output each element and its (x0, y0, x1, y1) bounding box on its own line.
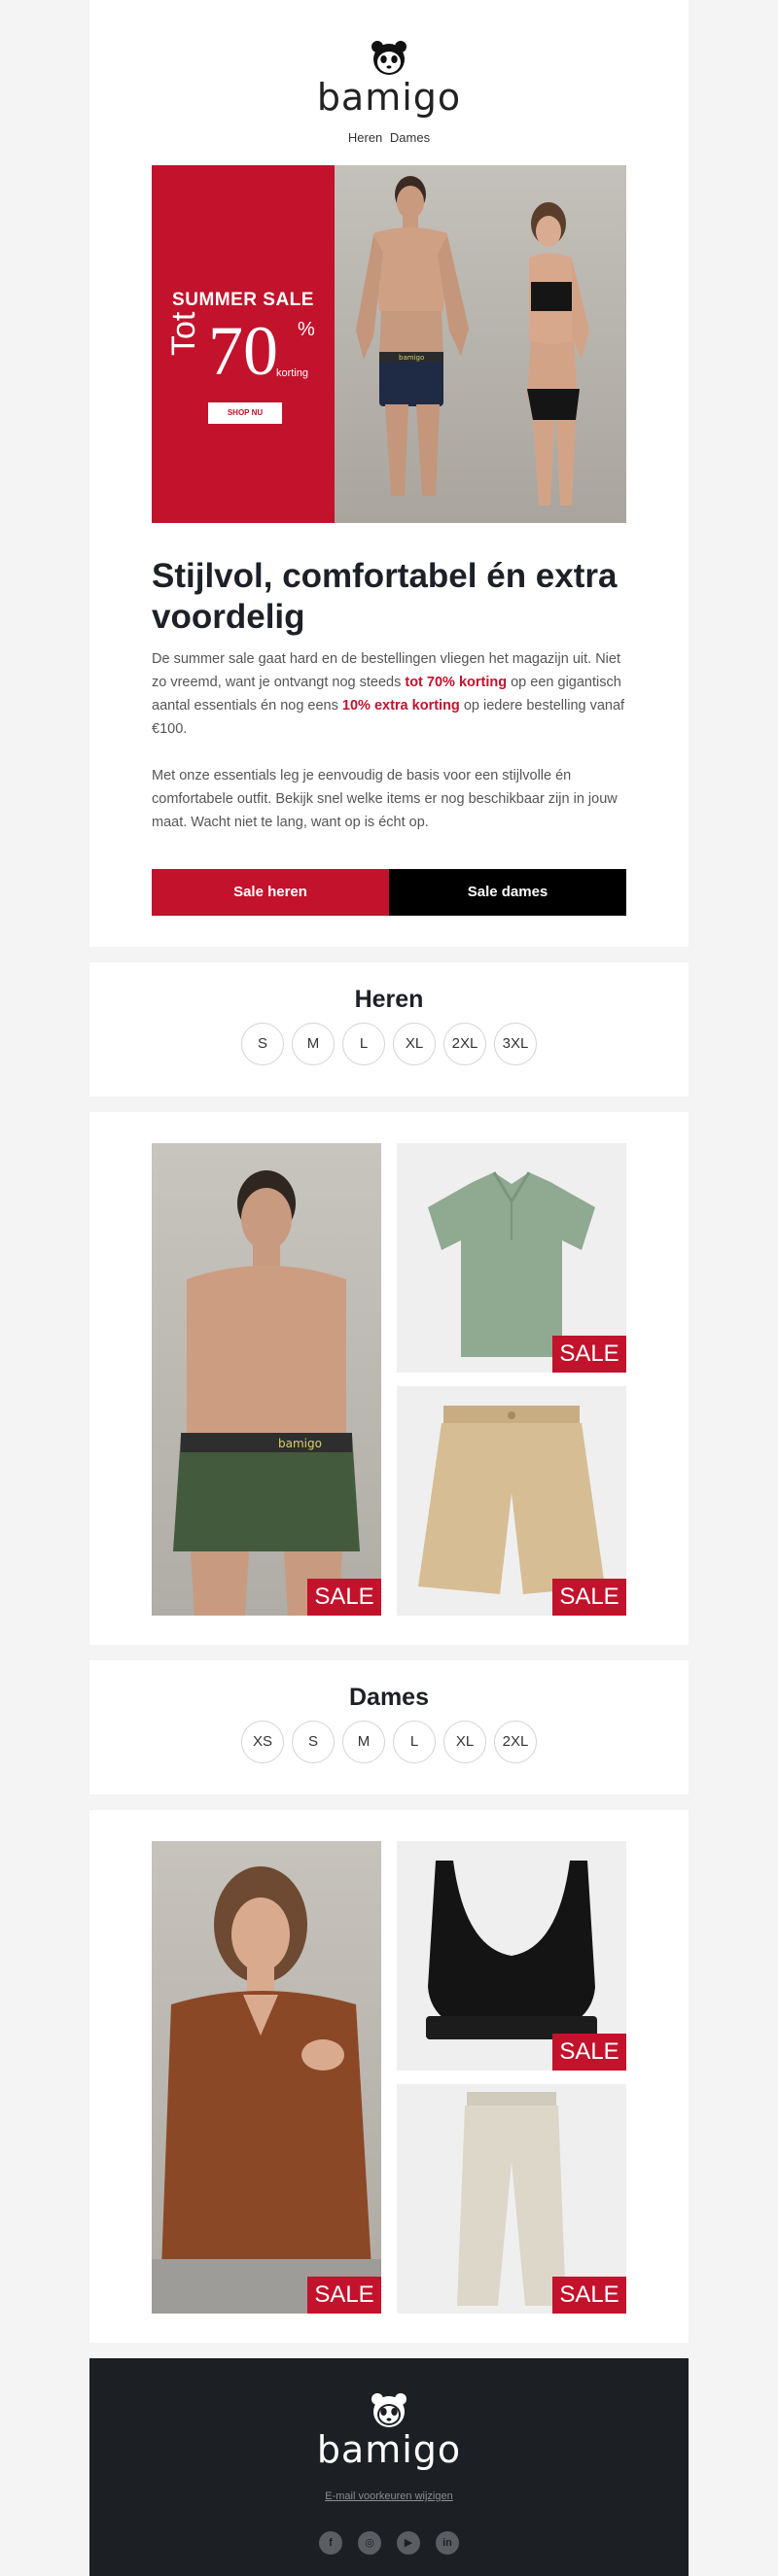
product-tile-shorts[interactable]: SALE (397, 1386, 626, 1616)
highlight-70-korting: tot 70% korting (405, 675, 508, 690)
woman-tshirt-photo (152, 1841, 381, 2314)
sale-dames-button[interactable]: Sale dames (389, 869, 626, 916)
product-tile-bralette[interactable]: SALE (397, 1841, 626, 2071)
footer: bamigo E-mail voorkeuren wijzigen f ◎ ▶ … (89, 2358, 689, 2576)
shop-nu-button[interactable]: SHOP NU (208, 402, 282, 424)
size-option[interactable]: L (393, 1721, 436, 1763)
social-links: f ◎ ▶ in (89, 2531, 689, 2555)
size-option[interactable]: XS (241, 1721, 284, 1763)
heren-size-list: S M L XL 2XL 3XL (89, 1023, 689, 1065)
sale-badge: SALE (307, 2277, 381, 2314)
summer-sale-banner[interactable]: bamigo SUMMER SALE Tot 70 % korting SHOP… (152, 165, 626, 523)
sale-badge: SALE (552, 1336, 626, 1373)
brand-wordmark: bamigo (316, 2428, 462, 2471)
banner-models-photo: bamigo (335, 165, 626, 523)
size-option[interactable]: S (292, 1721, 335, 1763)
banner-tot: Tot (165, 311, 202, 356)
page-headline: Stijlvol, comfortabel én extra voordelig (152, 557, 618, 636)
email-preferences-link[interactable]: E-mail voorkeuren wijzigen (89, 2490, 689, 2502)
size-option[interactable]: 2XL (443, 1023, 486, 1065)
dames-size-list: XS S M L XL 2XL (89, 1721, 689, 1763)
heren-product-grid: bamigo SALE SALE SALE (89, 1112, 689, 1645)
dames-size-card: Dames XS S M L XL 2XL (89, 1660, 689, 1794)
youtube-icon[interactable]: ▶ (397, 2531, 420, 2555)
product-tile-polo[interactable]: SALE (397, 1143, 626, 1373)
banner-percent-sign: % (298, 319, 315, 340)
footer-logo[interactable]: bamigo (89, 2391, 689, 2469)
product-tile-woman-tshirt[interactable]: SALE (152, 1841, 381, 2314)
product-tile-trousers[interactable]: SALE (397, 2084, 626, 2314)
linkedin-icon[interactable]: in (436, 2531, 459, 2555)
banner-percent: 70 (208, 312, 278, 390)
email-page: bamigo Heren Dames bamigo SUMMER SALE To… (0, 0, 778, 2576)
sale-badge: SALE (552, 2034, 626, 2071)
instagram-icon[interactable]: ◎ (358, 2531, 381, 2555)
size-option[interactable]: M (292, 1023, 335, 1065)
panda-icon (371, 41, 407, 75)
highlight-10-extra: 10% extra korting (341, 698, 460, 714)
sale-badge: SALE (307, 1579, 381, 1616)
sale-heren-button[interactable]: Sale heren (152, 869, 389, 916)
size-option[interactable]: M (342, 1721, 385, 1763)
brand-wordmark: bamigo (316, 76, 462, 119)
banner-korting: korting (276, 367, 309, 379)
product-tile-man-boxer[interactable]: bamigo SALE (152, 1143, 381, 1616)
size-option[interactable]: XL (393, 1023, 436, 1065)
banner-title: SUMMER SALE (172, 290, 314, 310)
sale-badge: SALE (552, 1579, 626, 1616)
size-option[interactable]: XL (443, 1721, 486, 1763)
svg-text:bamigo: bamigo (399, 354, 424, 362)
dames-title[interactable]: Dames (89, 1684, 689, 1712)
top-nav: Heren Dames (89, 130, 689, 145)
man-boxer-photo: bamigo (152, 1143, 381, 1616)
models-illustration: bamigo (356, 176, 589, 505)
heren-size-card: Heren S M L XL 2XL 3XL (89, 962, 689, 1097)
facebook-icon[interactable]: f (319, 2531, 342, 2555)
size-option[interactable]: S (241, 1023, 284, 1065)
nav-dames[interactable]: Dames (390, 130, 430, 145)
brand-logo[interactable]: bamigo (89, 39, 689, 117)
dames-product-grid: SALE SALE SALE (89, 1810, 689, 2343)
panda-icon (371, 2393, 407, 2427)
man-boxer-illustration: bamigo (173, 1170, 360, 1616)
sale-badge: SALE (552, 2277, 626, 2314)
second-paragraph: Met onze essentials leg je eenvoudig de … (152, 768, 618, 830)
hero-card: bamigo Heren Dames bamigo SUMMER SALE To… (89, 0, 689, 947)
svg-text:bamigo: bamigo (278, 1437, 322, 1450)
nav-heren[interactable]: Heren (348, 130, 382, 145)
heren-title[interactable]: Heren (89, 986, 689, 1014)
woman-tshirt-illustration (152, 1866, 381, 2314)
size-option[interactable]: L (342, 1023, 385, 1065)
size-option[interactable]: 3XL (494, 1023, 537, 1065)
intro-paragraph: De summer sale gaat hard en de bestellin… (152, 647, 626, 741)
size-option[interactable]: 2XL (494, 1721, 537, 1763)
